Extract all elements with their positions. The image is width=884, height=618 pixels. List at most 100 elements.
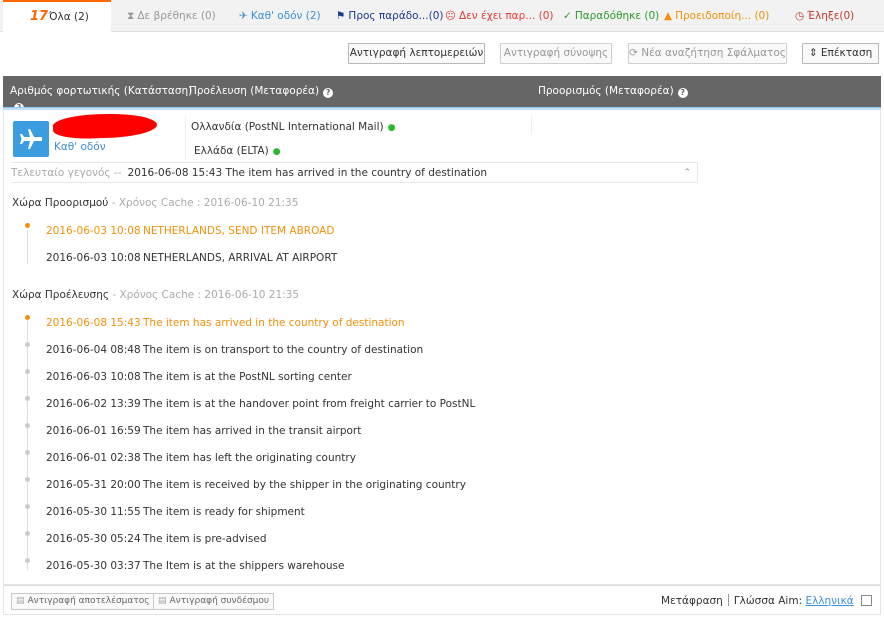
header-destination: Προορισμός (Μεταφορέα)? [538,85,688,98]
last-event-row[interactable]: Τελευταίο γεγονός -- 2016-06-08 15:43 The… [11,162,698,183]
origin-cache-time: - Χρόνος Cache : 2016-06-10 21:35 [109,289,300,301]
event-text: The item is at the PostNL sorting center [143,371,352,383]
timeline-event: 2016-06-03 10:08 NETHERLANDS, ARRIVAL AT … [46,252,337,264]
column-divider [531,116,532,134]
timeline-dot [25,369,30,374]
destination-section-title: Χώρα Προορισμού - Χρόνος Cache : 2016-06… [12,197,298,209]
results-footer: ▤ Αντιγραφή αποτελέσματος ▤ Αντιγραφή συνδ… [3,585,881,615]
event-text: The item is on transport to the country … [143,344,424,356]
status-tabs: 17 Όλα (2) ⧗ Δε βρέθηκε (0) ✈ Καθ' οδόν (2… [0,0,884,32]
origin-section-label: Χώρα Προέλευσης [12,289,110,301]
tab-not-found[interactable]: ⧗ Δε βρέθηκε (0) [127,0,216,32]
timeline-event: 2016-06-01 16:59 The item has arrived in … [46,425,361,437]
timeline-dot [25,423,30,428]
timeline-event: 2016-05-30 05:24 The item is pre-advised [46,533,266,545]
timeline-event: 2016-06-03 10:08 NETHERLANDS, SEND ITEM A… [46,225,334,237]
tab-alert[interactable]: ▲ Προειδοποίη... (0) [664,0,769,32]
redacted-tracking-number [52,112,158,140]
tab-delivered-label: Παραδόθηκε [574,10,642,22]
event-date: 2016-06-03 10:08 [46,225,141,237]
shipment-status-link[interactable]: Καθ' οδόν [54,141,106,153]
event-text: The item has arrived in the transit airp… [143,425,362,437]
timeline-event: 2016-06-01 02:38 The item has left the or… [46,452,356,464]
event-text: NETHERLANDS, SEND ITEM ABROAD [143,225,335,237]
check-circle-icon: ● [387,123,396,133]
tab-in-transit[interactable]: ✈ Καθ' οδόν (2) [239,0,321,32]
timeline-dot [25,450,30,455]
tab-all-label: Όλα [49,11,71,23]
header-destination-label: Προορισμός (Μεταφορέα) [538,85,674,97]
copy-icon: ▤ [158,596,167,606]
timeline-event: 2016-06-04 08:48 The item is on transport… [46,344,423,356]
origin-carrier-label: Ολλανδία (PostNL International Mail) [191,121,384,133]
timeline-dot [25,315,30,320]
target-language-label: Γλώσσα Aim: [733,595,803,607]
destination-carrier: Ελλάδα (ELTA) ● [194,145,281,157]
copy-details-button[interactable]: Αντιγραφή λεπτομερειών [348,43,485,64]
event-date: 2016-06-03 10:08 [46,371,141,383]
timeline-dot [25,477,30,482]
event-text: The item has arrived in the country of d… [143,317,405,329]
tab-undelivered[interactable]: ☹ Δεν έχει παρ... (0) [445,0,553,32]
collapse-chevron-icon[interactable]: ⌃ [683,163,691,183]
timeline-dot [25,342,30,347]
tab-alert-count: (0) [754,10,770,22]
copy-results-button[interactable]: ▤ Αντιγραφή αποτελέσματος [11,593,155,610]
event-date: 2016-06-08 15:43 [46,317,141,329]
event-text: The Item is at the shippers warehouse [143,560,345,572]
header-destination-help-icon[interactable]: ? [677,88,688,98]
event-text: NETHERLANDS, ARRIVAL AT AIRPORT [143,252,338,264]
results-header: Αριθμός φορτωτικής (Κατάσταση) ? Προέλευ… [3,76,881,113]
event-text: The item is at the handover point from f… [143,398,476,410]
copy-summary-button[interactable]: Αντιγραφή σύνοψης [500,43,612,64]
event-date: 2016-06-02 13:39 [46,398,141,410]
sad-face-icon: ☹ [445,10,456,22]
tab-not-found-label: Δε βρέθηκε [137,10,198,22]
event-date: 2016-05-30 03:37 [46,560,141,572]
copy-results-label: Αντιγραφή αποτελέσματος [27,596,150,606]
tab-in-transit-label: Καθ' οδόν [250,10,303,22]
header-origin: Προέλευση (Μεταφορέα)? [189,85,334,98]
tab-delivered[interactable]: ✓ Παραδόθηκε (0) [563,0,659,32]
origin-carrier: Ολλανδία (PostNL International Mail) ● [191,121,395,133]
shipment-card: Καθ' οδόν Ολλανδία (PostNL International… [3,110,881,585]
footer-divider [727,594,729,606]
timeline-dot [25,558,30,563]
flag-icon: ⚑ [336,10,346,22]
event-text: The item has left the originating countr… [143,452,356,464]
copy-link-button[interactable]: ▤ Αντιγραφή συνδέσμου [153,593,275,610]
event-date: 2016-05-31 20:00 [46,479,141,491]
event-date: 2016-05-30 05:24 [46,533,141,545]
tab-expired[interactable]: ◷ Έληξε(0) [795,0,854,32]
tab-all[interactable]: 17 Όλα (2) [3,0,111,32]
expand-icon: ⇕ [808,47,818,59]
event-date: 2016-06-04 08:48 [46,344,141,356]
check-circle-icon: ● [272,147,281,157]
tab-pickup[interactable]: ⚑ Προς παράδο...(0) [336,0,443,32]
column-divider [185,116,186,160]
timeline-event: 2016-05-30 03:37 The Item is at the shipp… [46,560,344,572]
timeline-event: 2016-05-30 11:55 The item is ready for sh… [46,506,305,518]
tab-delivered-count: (0) [644,10,660,22]
timeline-dot [25,504,30,509]
event-text: The item is received by the shipper in t… [143,479,466,491]
timeline-event: 2016-05-31 20:00 The item is received by … [46,479,466,491]
target-language-link[interactable]: Ελληνικά [805,595,853,607]
tab-pickup-label: Προς παράδο... [348,10,429,22]
logo: 17 [30,9,49,24]
tab-expired-label: Έληξε [807,10,840,22]
origin-section-title: Χώρα Προέλευσης - Χρόνος Cache : 2016-06… [12,289,299,301]
expand-button[interactable]: ⇕ Επέκταση [802,43,879,64]
header-origin-help-icon[interactable]: ? [323,88,334,98]
tab-undelivered-count: (0) [538,10,554,22]
timeline-dot [25,396,30,401]
tab-expired-count: (0) [839,10,855,22]
event-date: 2016-06-01 02:38 [46,452,141,464]
timeline-dot [25,531,30,536]
translate-button[interactable]: Μετάφραση [661,595,723,607]
new-search-button[interactable]: ⟳ Νέα αναζήτηση Σφάλματος [628,43,787,64]
destination-carrier-label: Ελλάδα (ELTA) [194,145,269,157]
translate-checkbox[interactable] [861,595,872,606]
timeline-line [27,230,28,264]
timeline-event: 2016-06-03 10:08 The item is at the PostN… [46,371,352,383]
